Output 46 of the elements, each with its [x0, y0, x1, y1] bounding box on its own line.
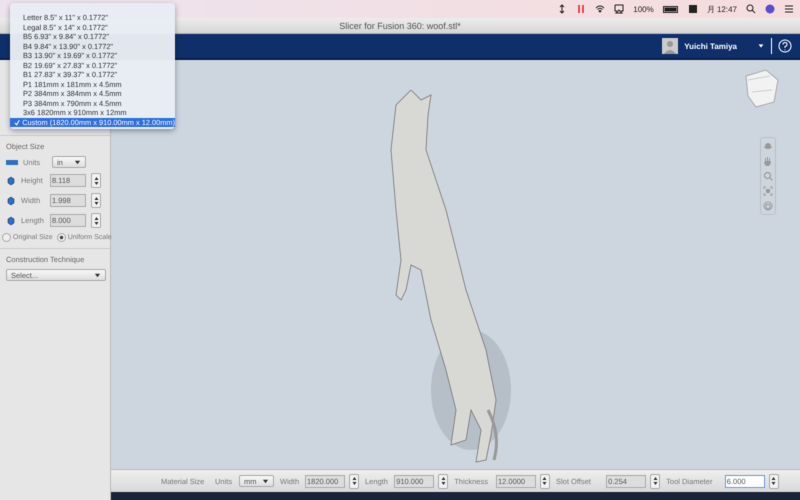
fit-view-icon [763, 186, 773, 196]
wifi-icon [595, 4, 606, 14]
orbit-icon [763, 141, 773, 151]
pause-icon [576, 4, 586, 14]
spin-arrows-icon [652, 476, 658, 486]
radio-button[interactable] [2, 233, 11, 242]
spin-button[interactable] [650, 474, 660, 488]
checkmark-icon [14, 118, 20, 126]
spin-arrows-icon [94, 216, 98, 226]
help-icon [778, 39, 792, 53]
search-icon [746, 4, 756, 14]
spin-button[interactable] [91, 193, 101, 208]
spin-button[interactable] [91, 173, 101, 188]
window-title: Slicer for Fusion 360: woof.stl* [339, 20, 461, 30]
spin-arrows-icon [440, 476, 446, 486]
battery-icon [662, 4, 679, 14]
menu-bar-clock: 月 12:47 [706, 4, 737, 14]
ruler-icon [6, 157, 18, 167]
siri-icon [765, 4, 775, 14]
caret-icon [94, 272, 101, 278]
hand-icon [763, 156, 773, 166]
avatar-icon[interactable] [662, 38, 678, 54]
spin-button[interactable] [768, 474, 779, 488]
caret-icon [757, 42, 765, 50]
spin-arrows-icon [771, 476, 776, 486]
radio-button[interactable] [56, 233, 66, 242]
spin-button[interactable] [91, 213, 101, 228]
spin-arrows-icon [542, 476, 548, 486]
spin-button[interactable] [540, 474, 550, 488]
list-icon [784, 4, 794, 14]
length-cube-icon [6, 216, 16, 226]
spin-button[interactable] [438, 474, 448, 488]
width-cube-icon [6, 196, 16, 206]
spin-arrows-icon [94, 176, 98, 186]
spin-arrows-icon [352, 476, 356, 486]
caret-icon [74, 158, 81, 166]
user-name[interactable]: Yuichi Tamiya [684, 42, 737, 50]
sort-arrows-icon [557, 4, 568, 14]
battery-percent: 100% [633, 4, 654, 14]
height-cube-icon [6, 176, 16, 186]
caret-icon [262, 478, 269, 484]
spin-arrows-icon [94, 196, 98, 206]
home-cube-icon [763, 201, 773, 211]
zoom-icon [763, 171, 773, 181]
spin-button[interactable] [349, 474, 359, 488]
airplay-icon [614, 4, 624, 14]
